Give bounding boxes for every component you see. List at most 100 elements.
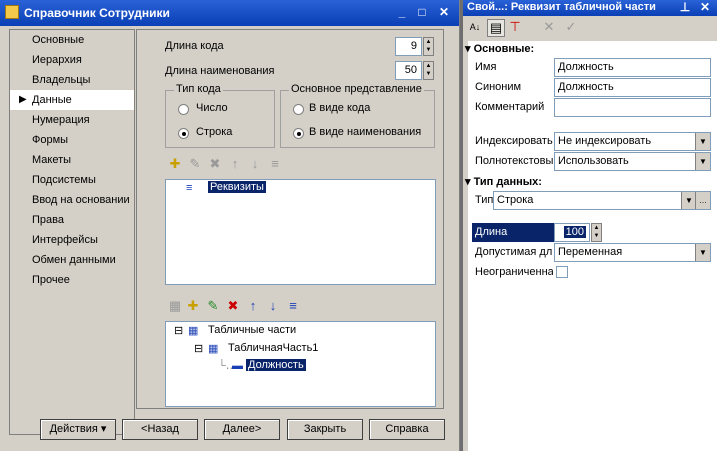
main-section-header[interactable]: ▾ Основные:: [465, 42, 534, 55]
main-representation-group: Основное представление В виде кода В вид…: [280, 83, 435, 148]
filter-icon[interactable]: ⊤: [507, 19, 523, 35]
move-down-icon[interactable]: ↓: [247, 156, 263, 172]
tab-prochee[interactable]: Прочее: [10, 270, 134, 290]
tabular-parts-root[interactable]: Табличные части: [208, 324, 296, 336]
prop-fulltext-value: Использовать: [558, 155, 629, 167]
edit-attribute-icon[interactable]: ✎: [187, 156, 203, 172]
sort-icon[interactable]: ≡: [267, 156, 283, 172]
catalog-window: Справочник Сотрудники _ □ ✕ Основные Иер…: [0, 0, 460, 451]
code-length-input[interactable]: 9: [395, 37, 422, 56]
prop-name-label: Имя: [475, 61, 497, 73]
edit-column-icon[interactable]: ✎: [205, 298, 221, 314]
add-column-icon[interactable]: ✚: [185, 298, 201, 314]
tab-vvod-na-osnovanii[interactable]: Ввод на основании: [10, 190, 134, 210]
prop-synonym-input[interactable]: Должность: [554, 78, 711, 97]
collapse-icon[interactable]: ⊟: [174, 324, 183, 337]
main-representation-title: Основное представление: [289, 83, 424, 95]
cancel-icon[interactable]: ✕: [541, 19, 557, 35]
attributes-tree[interactable]: ≡ Реквизиты: [165, 179, 436, 285]
tab-ierarhiya[interactable]: Иерархия: [10, 50, 134, 70]
dropdown-arrow-icon[interactable]: ▼: [695, 244, 710, 261]
ellipsis-button[interactable]: …: [695, 192, 710, 209]
prop-comment-label: Комментарий: [475, 101, 545, 113]
code-type-title: Тип кода: [174, 83, 223, 95]
collapse-icon[interactable]: ⊟: [194, 342, 203, 355]
properties-toolbar: A↓ ▤ ⊤ ✕ ✓: [467, 19, 607, 37]
prop-comment-input[interactable]: [554, 98, 711, 117]
tab-obmen-dannymi[interactable]: Обмен данными: [10, 250, 134, 270]
table-icon: ▦: [188, 325, 199, 337]
properties-window: Свой...: Реквизит табличной части ⊥ ✕ A↓…: [463, 0, 717, 451]
prop-allowed-value: Переменная: [558, 246, 623, 258]
tab-numeratsiya[interactable]: Нумерация: [10, 110, 134, 130]
code-type-number-radio[interactable]: [178, 104, 189, 115]
sort-icon[interactable]: ≡: [285, 298, 301, 314]
help-button[interactable]: Справка: [369, 419, 445, 440]
tab-interfeysy[interactable]: Интерфейсы: [10, 230, 134, 250]
attributes-root-node[interactable]: Реквизиты: [208, 181, 266, 193]
current-tab-arrow-icon: ▶: [19, 94, 27, 105]
prop-fulltext-select[interactable]: Использовать ▼: [554, 152, 711, 171]
attribute-icon: ▬: [232, 360, 243, 372]
dropdown-arrow-icon[interactable]: ▼: [681, 192, 696, 209]
next-button[interactable]: Далее>: [204, 419, 280, 440]
delete-attribute-icon[interactable]: ✖: [207, 156, 223, 172]
name-length-input[interactable]: 50: [395, 61, 422, 80]
prop-name-input[interactable]: Должность: [554, 58, 711, 77]
repr-code-radio[interactable]: [293, 104, 304, 115]
actions-button[interactable]: Действия ▾: [40, 419, 116, 440]
tab-formy[interactable]: Формы: [10, 130, 134, 150]
tab-osnovnye[interactable]: Основные: [10, 30, 134, 50]
pin-icon[interactable]: ⊥: [677, 0, 693, 15]
close-icon[interactable]: ✕: [697, 0, 713, 15]
name-length-spinner[interactable]: ▲ ▼: [423, 61, 434, 80]
tab-prava[interactable]: Права: [10, 210, 134, 230]
prop-length-input[interactable]: 100: [554, 223, 590, 242]
prop-index-select[interactable]: Не индексировать ▼: [554, 132, 711, 151]
sort-alpha-icon[interactable]: A↓: [467, 19, 483, 35]
prop-index-row: Индексировать Не индексировать ▼: [468, 132, 717, 152]
datatype-section-header[interactable]: ▾ Тип данных:: [465, 175, 542, 188]
prop-type-select[interactable]: Строка ▼ …: [493, 191, 711, 210]
move-down-icon[interactable]: ↓: [265, 298, 281, 314]
attributes-toolbar: ✚ ✎ ✖ ↑ ↓ ≡: [167, 156, 307, 174]
tab-dannye[interactable]: ▶ Данные: [10, 90, 134, 110]
add-table-icon[interactable]: ▦: [167, 298, 183, 314]
back-button[interactable]: <Назад: [122, 419, 198, 440]
tab-vladeltsy[interactable]: Владельцы: [10, 70, 134, 90]
delete-column-icon[interactable]: ✖: [225, 298, 241, 314]
move-up-icon[interactable]: ↑: [227, 156, 243, 172]
repr-name-radio[interactable]: [293, 128, 304, 139]
actions-button-label: Действия: [49, 423, 98, 435]
tabular-part-node[interactable]: ТабличнаяЧасть1: [228, 342, 318, 354]
tab-list: Основные Иерархия Владельцы ▶ Данные Нум…: [9, 29, 135, 435]
tab-makety[interactable]: Макеты: [10, 150, 134, 170]
add-attribute-icon[interactable]: ✚: [167, 156, 183, 172]
categories-icon[interactable]: ▤: [487, 19, 505, 37]
code-type-string-radio[interactable]: [178, 128, 189, 139]
prop-fulltext-label: Полнотекстовый поиск: [475, 155, 553, 167]
length-spinner[interactable]: ▲ ▼: [591, 223, 602, 242]
prop-allowed-select[interactable]: Переменная ▼: [554, 243, 711, 262]
move-up-icon[interactable]: ↑: [245, 298, 261, 314]
tab-podsistemy[interactable]: Подсистемы: [10, 170, 134, 190]
prop-index-label: Индексировать: [475, 135, 553, 147]
tab-dannye-label: Данные: [32, 94, 72, 106]
close-button[interactable]: ✕: [436, 5, 452, 20]
attribute-node[interactable]: Должность: [246, 359, 306, 371]
close-dialog-button[interactable]: Закрыть: [287, 419, 363, 440]
properties-titlebar[interactable]: Свой...: Реквизит табличной части ⊥ ✕: [463, 0, 717, 16]
maximize-button[interactable]: □: [414, 5, 430, 20]
dropdown-arrow-icon[interactable]: ▼: [695, 153, 710, 170]
unlimited-checkbox[interactable]: [556, 266, 568, 278]
window-title: Справочник Сотрудники: [24, 6, 170, 20]
catalog-titlebar[interactable]: Справочник Сотрудники _ □ ✕: [0, 0, 459, 26]
tabular-parts-tree[interactable]: ⊟ ▦ Табличные части ⊟ ▦ ТабличнаяЧасть1 …: [165, 321, 436, 407]
dropdown-arrow-icon[interactable]: ▼: [695, 133, 710, 150]
minimize-button[interactable]: _: [394, 5, 410, 20]
code-length-spinner[interactable]: ▲ ▼: [423, 37, 434, 56]
prop-synonym-row: Синоним Должность: [468, 78, 717, 98]
prop-length-row: Длина 100 ▲ ▼: [468, 223, 717, 243]
catalog-icon: [5, 5, 19, 19]
apply-icon[interactable]: ✓: [563, 19, 579, 35]
